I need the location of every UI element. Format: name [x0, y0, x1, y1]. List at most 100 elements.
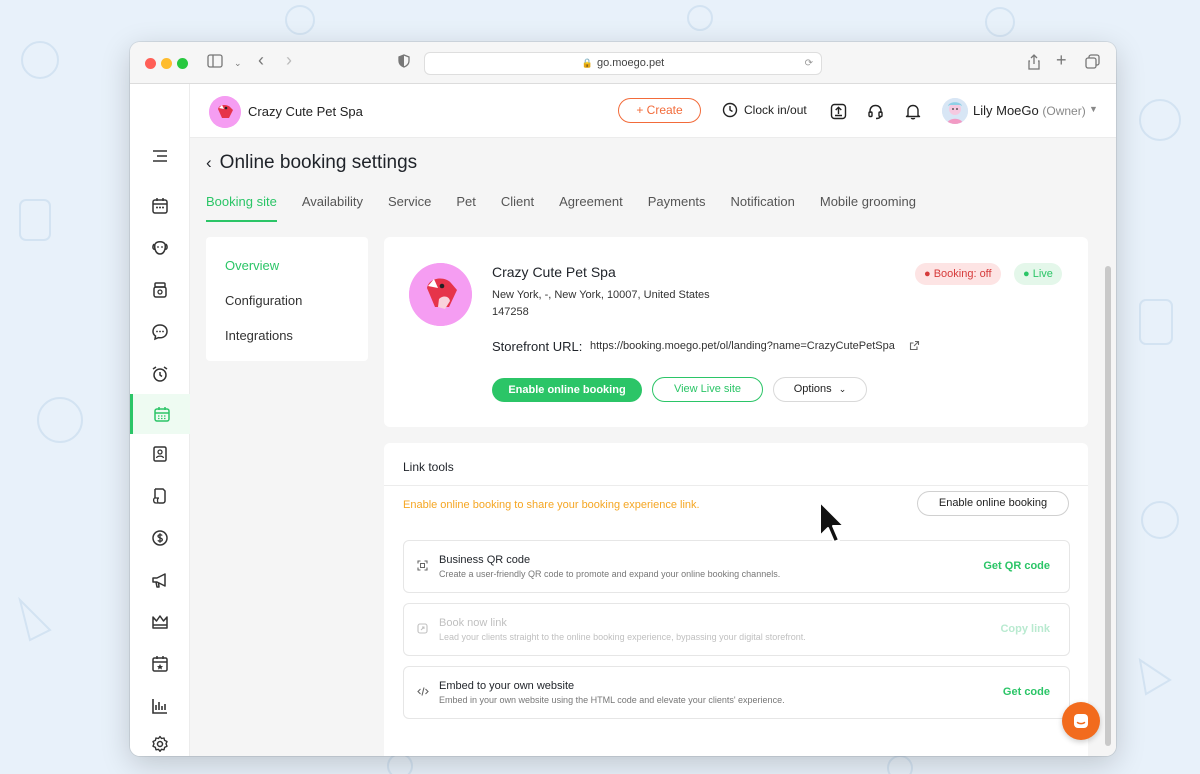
megaphone-icon[interactable]	[130, 560, 190, 600]
link-tools-warning: Enable online booking to share your book…	[403, 499, 700, 511]
dollar-icon[interactable]	[130, 518, 190, 558]
clock-icon	[722, 102, 738, 118]
tab-service[interactable]: Service	[388, 194, 431, 222]
settings-gear-icon[interactable]	[130, 724, 190, 756]
tool-title: Book now link	[439, 617, 507, 629]
qr-scan-icon	[417, 560, 428, 574]
app-header: Crazy Cute Pet Spa + Create Clock in/out…	[190, 84, 1116, 138]
inventory-icon[interactable]	[130, 270, 190, 310]
enable-online-booking-secondary-button[interactable]: Enable online booking	[917, 491, 1069, 516]
schedule-icon[interactable]	[130, 644, 190, 684]
business-overview-card: Crazy Cute Pet Spa New York, -, New York…	[384, 237, 1088, 427]
options-dropdown-button[interactable]: Options ⌄	[773, 377, 867, 402]
shield-icon[interactable]	[398, 54, 410, 72]
document-icon[interactable]	[130, 476, 190, 516]
headset-icon[interactable]	[865, 101, 885, 121]
report-chart-icon[interactable]	[130, 686, 190, 726]
business-phone: 147258	[492, 306, 529, 318]
tool-row-qr-code: Business QR code Create a user-friendly …	[403, 540, 1070, 593]
business-logo-avatar[interactable]	[209, 96, 241, 128]
tab-agreement[interactable]: Agreement	[559, 194, 623, 222]
menu-toggle-icon[interactable]	[130, 136, 190, 176]
divider	[384, 485, 1088, 486]
tab-pet[interactable]: Pet	[456, 194, 476, 222]
tool-row-embed-website: Embed to your own website Embed in your …	[403, 666, 1070, 719]
code-icon	[417, 686, 429, 700]
chat-icon	[1074, 714, 1088, 728]
storefront-url-link[interactable]: https://booking.moego.pet/ol/landing?nam…	[590, 340, 895, 352]
online-booking-icon[interactable]	[130, 394, 190, 434]
message-icon[interactable]	[130, 312, 190, 352]
view-live-site-button[interactable]: View Live site	[652, 377, 763, 402]
mouse-pointer-icon	[819, 501, 845, 543]
browser-window: ⌄ ‹ › 🔒 go.moego.pet ⟳ + Crazy Cute Pet …	[130, 42, 1116, 756]
link-tools-card: Link tools Enable online booking to shar…	[384, 443, 1088, 756]
booking-status-badge: ● Booking: off	[915, 263, 1001, 285]
tab-availability[interactable]: Availability	[302, 194, 363, 222]
forward-nav-icon[interactable]: ›	[286, 51, 292, 69]
clock-in-out-button[interactable]: Clock in/out	[722, 102, 807, 118]
link-tools-title: Link tools	[403, 460, 454, 474]
alarm-icon[interactable]	[130, 354, 190, 394]
back-nav-icon[interactable]: ‹	[258, 51, 264, 69]
minimize-window-button[interactable]	[161, 58, 172, 69]
back-chevron-icon[interactable]: ‹	[206, 153, 212, 173]
get-qr-code-button[interactable]: Get QR code	[983, 560, 1050, 572]
subnav-overview[interactable]: Overview	[225, 258, 279, 273]
upload-icon[interactable]	[828, 101, 848, 121]
tab-payments[interactable]: Payments	[648, 194, 706, 222]
scrollbar-thumb[interactable]	[1105, 266, 1111, 746]
settings-tabs: Booking site Availability Service Pet Cl…	[206, 194, 941, 222]
calendar-icon[interactable]	[130, 186, 190, 226]
user-name-label[interactable]: Lily MoeGo (Owner)	[973, 103, 1086, 118]
user-name: Lily MoeGo	[973, 103, 1039, 118]
pet-icon[interactable]	[130, 228, 190, 268]
user-menu-caret-icon[interactable]: ▼	[1089, 104, 1098, 114]
translate-reload-icon[interactable]: ⟳	[805, 53, 813, 74]
sidebar-toggle-icon[interactable]	[207, 54, 223, 72]
address-bar[interactable]: 🔒 go.moego.pet ⟳	[424, 52, 822, 75]
page-title-text: Online booking settings	[219, 152, 418, 173]
business-name[interactable]: Crazy Cute Pet Spa	[248, 104, 363, 119]
business-name-heading: Crazy Cute Pet Spa	[492, 264, 616, 280]
chevron-down-icon[interactable]: ⌄	[234, 54, 242, 72]
storefront-url-label: Storefront URL:	[492, 339, 583, 354]
tab-client[interactable]: Client	[501, 194, 534, 222]
tool-description: Embed in your own website using the HTML…	[439, 695, 785, 705]
url-text: go.moego.pet	[596, 57, 665, 69]
external-link-icon[interactable]	[909, 340, 920, 354]
subnav-configuration[interactable]: Configuration	[225, 293, 302, 308]
tab-mobile-grooming[interactable]: Mobile grooming	[820, 194, 916, 222]
maximize-window-button[interactable]	[177, 58, 188, 69]
chat-support-button[interactable]	[1062, 702, 1100, 740]
create-button[interactable]: + Create	[618, 98, 701, 123]
tab-booking-site[interactable]: Booking site	[206, 194, 277, 222]
live-status-badge: ● Live	[1014, 263, 1062, 285]
browser-toolbar: ⌄ ‹ › 🔒 go.moego.pet ⟳ +	[130, 42, 1116, 84]
share-icon[interactable]	[1027, 54, 1041, 74]
tool-description: Create a user-friendly QR code to promot…	[439, 569, 781, 579]
new-tab-icon[interactable]: +	[1056, 51, 1067, 69]
crown-icon[interactable]	[130, 602, 190, 642]
enable-online-booking-button[interactable]: Enable online booking	[492, 378, 642, 402]
business-logo	[409, 263, 472, 326]
get-code-button[interactable]: Get code	[1003, 686, 1050, 698]
booking-site-subnav: Overview Configuration Integrations	[206, 237, 368, 361]
main-content: ‹ Online booking settings Booking site A…	[190, 138, 1116, 756]
bell-icon[interactable]	[903, 101, 923, 121]
tabs-overview-icon[interactable]	[1085, 54, 1100, 73]
user-role: (Owner)	[1042, 104, 1086, 118]
subnav-integrations[interactable]: Integrations	[225, 328, 293, 343]
tool-row-book-now-link: Book now link Lead your clients straight…	[403, 603, 1070, 656]
user-avatar[interactable]	[942, 98, 968, 124]
close-window-button[interactable]	[145, 58, 156, 69]
copy-link-button[interactable]: Copy link	[1000, 623, 1050, 635]
clock-label: Clock in/out	[744, 103, 807, 117]
tool-description: Lead your clients straight to the online…	[439, 632, 806, 642]
scrollbar[interactable]	[1104, 260, 1112, 756]
tab-notification[interactable]: Notification	[731, 194, 795, 222]
app-sidebar	[130, 84, 190, 756]
client-card-icon[interactable]	[130, 434, 190, 474]
tool-title: Business QR code	[439, 554, 531, 566]
lock-icon: 🔒	[581, 58, 593, 68]
